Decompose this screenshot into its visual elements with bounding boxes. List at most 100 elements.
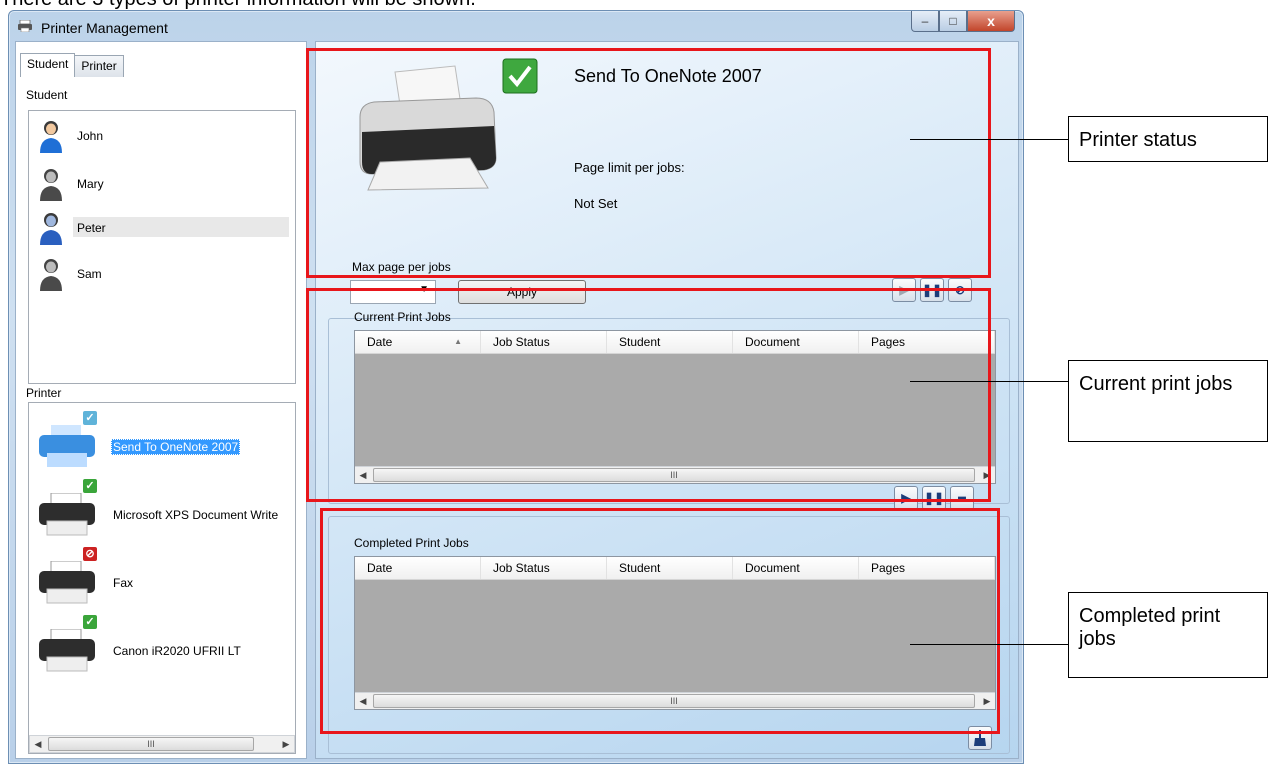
current-jobs-title: Current Print Jobs xyxy=(354,310,451,324)
column-job-status[interactable]: Job Status xyxy=(481,557,607,579)
tab-strip: Student Printer xyxy=(20,53,124,77)
printer-list[interactable]: ✓ Send To OneNote 2007 ✓ Microsoft XPS D… xyxy=(28,402,296,754)
student-name: Sam xyxy=(77,267,102,281)
list-item-sam[interactable]: Sam xyxy=(37,257,289,291)
play-icon: ▶ xyxy=(899,283,909,297)
printer-group-label: Printer xyxy=(26,386,62,400)
sort-ascending-icon: ▲ xyxy=(454,337,462,346)
current-jobs-callout: Current print jobs xyxy=(1068,360,1268,442)
pause-icon: ❚❚ xyxy=(921,283,943,297)
scroll-right-arrow[interactable]: ▶ xyxy=(979,693,995,709)
list-item-peter[interactable]: Peter xyxy=(37,211,289,245)
scroll-thumb[interactable]: III xyxy=(373,694,975,708)
printer-name: Microsoft XPS Document Write xyxy=(113,508,279,522)
current-jobs-scrollbar[interactable]: ◀ III ▶ xyxy=(355,466,995,483)
student-name: John xyxy=(77,129,104,143)
completed-jobs-scrollbar[interactable]: ◀ III ▶ xyxy=(355,692,995,709)
block-icon: ⊘ xyxy=(83,547,97,561)
scroll-thumb[interactable]: III xyxy=(373,468,975,482)
current-jobs-table[interactable]: Date ▲ Job Status Student Document Pages … xyxy=(354,330,996,484)
user-icon xyxy=(40,121,62,153)
student-list[interactable]: John Mary Peter Sam xyxy=(28,110,296,384)
column-student[interactable]: Student xyxy=(607,557,733,579)
table-header: Date ▲ Job Status Student Document Pages xyxy=(355,331,995,354)
completed-jobs-callout: Completed print jobs xyxy=(1068,592,1268,678)
play-icon: ▶ xyxy=(901,491,911,505)
pause-icon: ❚❚ xyxy=(923,491,945,505)
block-icon: ⊘ xyxy=(954,283,966,297)
printer-icon xyxy=(39,629,95,672)
list-item-john[interactable]: John xyxy=(37,119,289,153)
printer-icon xyxy=(18,20,32,32)
resume-printer-button[interactable]: ▶ xyxy=(892,278,916,302)
list-item-printer-fax[interactable]: ⊘ Fax xyxy=(35,547,305,607)
stop-icon: ━ xyxy=(958,491,966,505)
clean-icon xyxy=(974,730,986,746)
pause-job-button[interactable]: ❚❚ xyxy=(922,486,946,510)
column-job-status[interactable]: Job Status xyxy=(481,331,607,353)
list-item-mary[interactable]: Mary xyxy=(37,167,289,201)
column-document[interactable]: Document xyxy=(733,331,859,353)
user-icon xyxy=(40,169,62,201)
check-icon: ✓ xyxy=(83,479,97,493)
printer-management-window: Printer Management – □ x Student Printer… xyxy=(8,10,1024,764)
completed-jobs-table[interactable]: Date Job Status Student Document Pages ◀… xyxy=(354,556,996,710)
right-panel: Send To OneNote 2007 Page limit per jobs… xyxy=(315,41,1019,759)
list-item-printer-onenote[interactable]: ✓ Send To OneNote 2007 xyxy=(35,411,305,471)
scroll-left-arrow[interactable]: ◀ xyxy=(355,693,371,709)
current-jobs-callout-line xyxy=(910,381,1068,382)
completed-jobs-title: Completed Print Jobs xyxy=(354,536,469,550)
student-name: Mary xyxy=(77,177,104,191)
scroll-thumb[interactable]: III xyxy=(48,737,254,751)
scroll-right-arrow[interactable]: ▶ xyxy=(979,467,995,483)
column-pages[interactable]: Pages xyxy=(859,331,995,353)
window-client: Student Printer Student John Mary Peter … xyxy=(15,41,1019,759)
column-date[interactable]: Date ▲ xyxy=(355,331,481,353)
close-button[interactable]: x xyxy=(967,11,1015,32)
title-bar[interactable]: Printer Management – □ x xyxy=(9,11,1023,41)
maximize-button[interactable]: □ xyxy=(939,11,967,32)
minimize-button[interactable]: – xyxy=(911,11,939,32)
printer-icon xyxy=(39,493,95,536)
scroll-right-arrow[interactable]: ▶ xyxy=(278,736,294,752)
column-document[interactable]: Document xyxy=(733,557,859,579)
list-item-printer-xps[interactable]: ✓ Microsoft XPS Document Write xyxy=(35,479,305,539)
pause-printer-button[interactable]: ❚❚ xyxy=(920,278,944,302)
scroll-left-arrow[interactable]: ◀ xyxy=(30,736,46,752)
clear-completed-button[interactable] xyxy=(968,726,992,750)
printer-name: Fax xyxy=(113,576,134,590)
column-student[interactable]: Student xyxy=(607,331,733,353)
completed-jobs-callout-line xyxy=(910,644,1068,645)
printer-status-callout: Printer status xyxy=(1068,116,1268,162)
printer-name: Canon iR2020 UFRII LT xyxy=(113,644,241,658)
left-panel: Student Printer Student John Mary Peter … xyxy=(15,41,307,759)
check-icon xyxy=(502,58,538,94)
resume-job-button[interactable]: ▶ xyxy=(894,486,918,510)
page-limit-value: Not Set xyxy=(574,196,618,211)
tab-student[interactable]: Student xyxy=(20,53,76,77)
table-header: Date Job Status Student Document Pages xyxy=(355,557,995,580)
printer-list-scrollbar[interactable]: ◀ III ▶ xyxy=(29,735,295,753)
max-page-dropdown[interactable]: ▼ xyxy=(350,280,436,304)
printer-icon xyxy=(39,425,95,467)
column-pages[interactable]: Pages xyxy=(859,557,995,579)
status-printer-name: Send To OneNote 2007 xyxy=(574,66,762,86)
check-icon: ✓ xyxy=(83,411,97,425)
apply-button[interactable]: Apply xyxy=(458,280,586,304)
user-icon xyxy=(40,259,62,291)
check-icon: ✓ xyxy=(83,615,97,629)
page-limit-label: Page limit per jobs: xyxy=(574,160,685,175)
chevron-down-icon: ▼ xyxy=(419,284,429,295)
column-date[interactable]: Date xyxy=(355,557,481,579)
max-page-label: Max page per jobs xyxy=(352,260,451,274)
cancel-job-button[interactable]: ━ xyxy=(950,486,974,510)
printer-icon xyxy=(39,561,95,604)
printer-icon xyxy=(359,65,497,191)
window-title: Printer Management xyxy=(41,20,168,36)
scroll-left-arrow[interactable]: ◀ xyxy=(355,467,371,483)
block-printer-button[interactable]: ⊘ xyxy=(948,278,972,302)
student-name: Peter xyxy=(77,221,106,235)
printer-name: Send To OneNote 2007 xyxy=(111,439,241,455)
list-item-printer-canon[interactable]: ✓ Canon iR2020 UFRII LT xyxy=(35,615,305,675)
tab-printer[interactable]: Printer xyxy=(74,55,124,77)
